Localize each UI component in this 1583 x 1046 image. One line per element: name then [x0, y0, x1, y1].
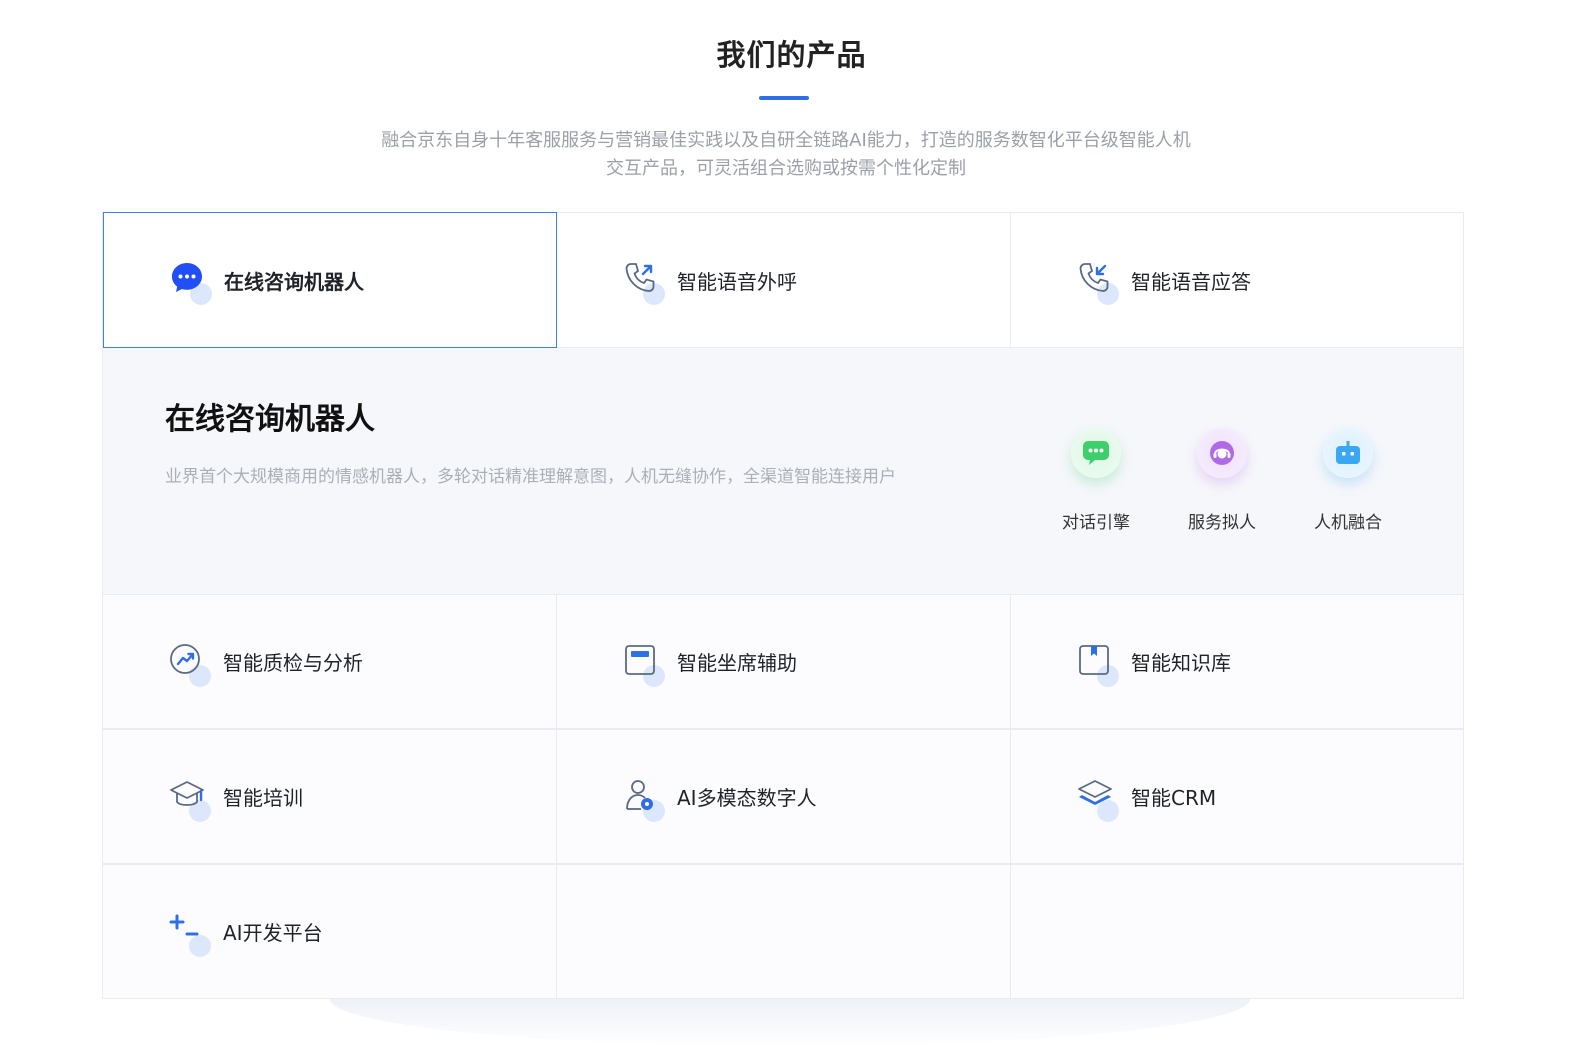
plus-minus-icon — [169, 913, 211, 957]
chat-bubble-icon — [170, 261, 212, 305]
product-training[interactable]: 智能培训 — [103, 729, 557, 864]
product-knowledge-base[interactable]: 智能知识库 — [1011, 594, 1463, 729]
headset-icon — [1197, 428, 1247, 478]
section-description: 融合京东自身十年客服服务与营销最佳实践以及自研全链路AI能力，打造的服务数智化平… — [312, 127, 1260, 183]
layers-icon — [1077, 778, 1119, 822]
empty-cell — [557, 864, 1011, 999]
feature-service-humanlike[interactable]: 服务拟人 — [1159, 428, 1285, 533]
feature-label: 人机融合 — [1314, 513, 1382, 533]
product-label: 智能培训 — [223, 786, 303, 810]
tab-label: 智能语音外呼 — [677, 269, 797, 294]
tab-voice-answer[interactable]: 智能语音应答 — [1011, 212, 1463, 348]
window-icon — [623, 643, 665, 687]
section-description-line-2: 交互产品，可灵活组合选购或按需个性化定制 — [606, 158, 966, 179]
tab-online-consult-robot[interactable]: 在线咨询机器人 — [103, 212, 557, 348]
product-agent-assist[interactable]: 智能坐席辅助 — [557, 594, 1011, 729]
tab-label: 在线咨询机器人 — [224, 269, 364, 294]
product-label: 智能知识库 — [1131, 651, 1231, 675]
product-digital-human[interactable]: AI多模态数字人 — [557, 729, 1011, 864]
product-label: 智能质检与分析 — [223, 651, 363, 675]
feature-label: 服务拟人 — [1188, 513, 1256, 533]
robot-icon — [1323, 428, 1373, 478]
product-label: AI开发平台 — [223, 921, 323, 945]
product-label: 智能CRM — [1131, 786, 1217, 810]
phone-incoming-icon — [1077, 261, 1119, 305]
section-title: 我们的产品 — [716, 38, 867, 72]
detail-description: 业界首个大规模商用的情感机器人，多轮对话精准理解意图，人机无缝协作，全渠道智能连… — [165, 467, 896, 487]
graduation-cap-icon — [169, 778, 211, 822]
product-quality-analysis[interactable]: 智能质检与分析 — [103, 594, 557, 729]
product-label: 智能坐席辅助 — [677, 651, 797, 675]
product-row: AI开发平台 — [103, 864, 1463, 999]
product-ai-dev-platform[interactable]: AI开发平台 — [103, 864, 557, 999]
empty-cell — [1011, 864, 1463, 999]
product-grid: 在线咨询机器人 智能语音外呼 智能语音应答 在线咨询机器人 业界首个大规模商用的… — [102, 212, 1464, 999]
chat-engine-icon — [1071, 428, 1121, 478]
feature-label: 对话引擎 — [1062, 513, 1130, 533]
product-label: AI多模态数字人 — [677, 786, 817, 810]
digital-human-icon — [623, 778, 665, 822]
tab-label: 智能语音应答 — [1131, 269, 1251, 294]
product-tabs: 在线咨询机器人 智能语音外呼 智能语音应答 — [103, 212, 1463, 348]
product-row: 智能培训 AI多模态数字人 智能CRM — [103, 729, 1463, 864]
detail-title: 在线咨询机器人 — [165, 402, 375, 437]
product-row: 智能质检与分析 智能坐席辅助 智能知识库 — [103, 594, 1463, 729]
feature-list: 对话引擎 服务拟人 人机融合 — [1033, 428, 1411, 533]
feature-chat-engine[interactable]: 对话引擎 — [1033, 428, 1159, 533]
bookmark-book-icon — [1077, 643, 1119, 687]
tab-voice-outbound[interactable]: 智能语音外呼 — [557, 212, 1011, 348]
title-underline — [759, 96, 809, 100]
product-detail-panel: 在线咨询机器人 业界首个大规模商用的情感机器人，多轮对话精准理解意图，人机无缝协… — [103, 348, 1463, 594]
trend-chart-icon — [169, 643, 211, 687]
product-crm[interactable]: 智能CRM — [1011, 729, 1463, 864]
phone-outgoing-icon — [623, 261, 665, 305]
feature-human-machine[interactable]: 人机融合 — [1285, 428, 1411, 533]
section-description-line-1: 融合京东自身十年客服服务与营销最佳实践以及自研全链路AI能力，打造的服务数智化平… — [381, 130, 1191, 151]
decorative-curve — [330, 999, 1250, 1046]
